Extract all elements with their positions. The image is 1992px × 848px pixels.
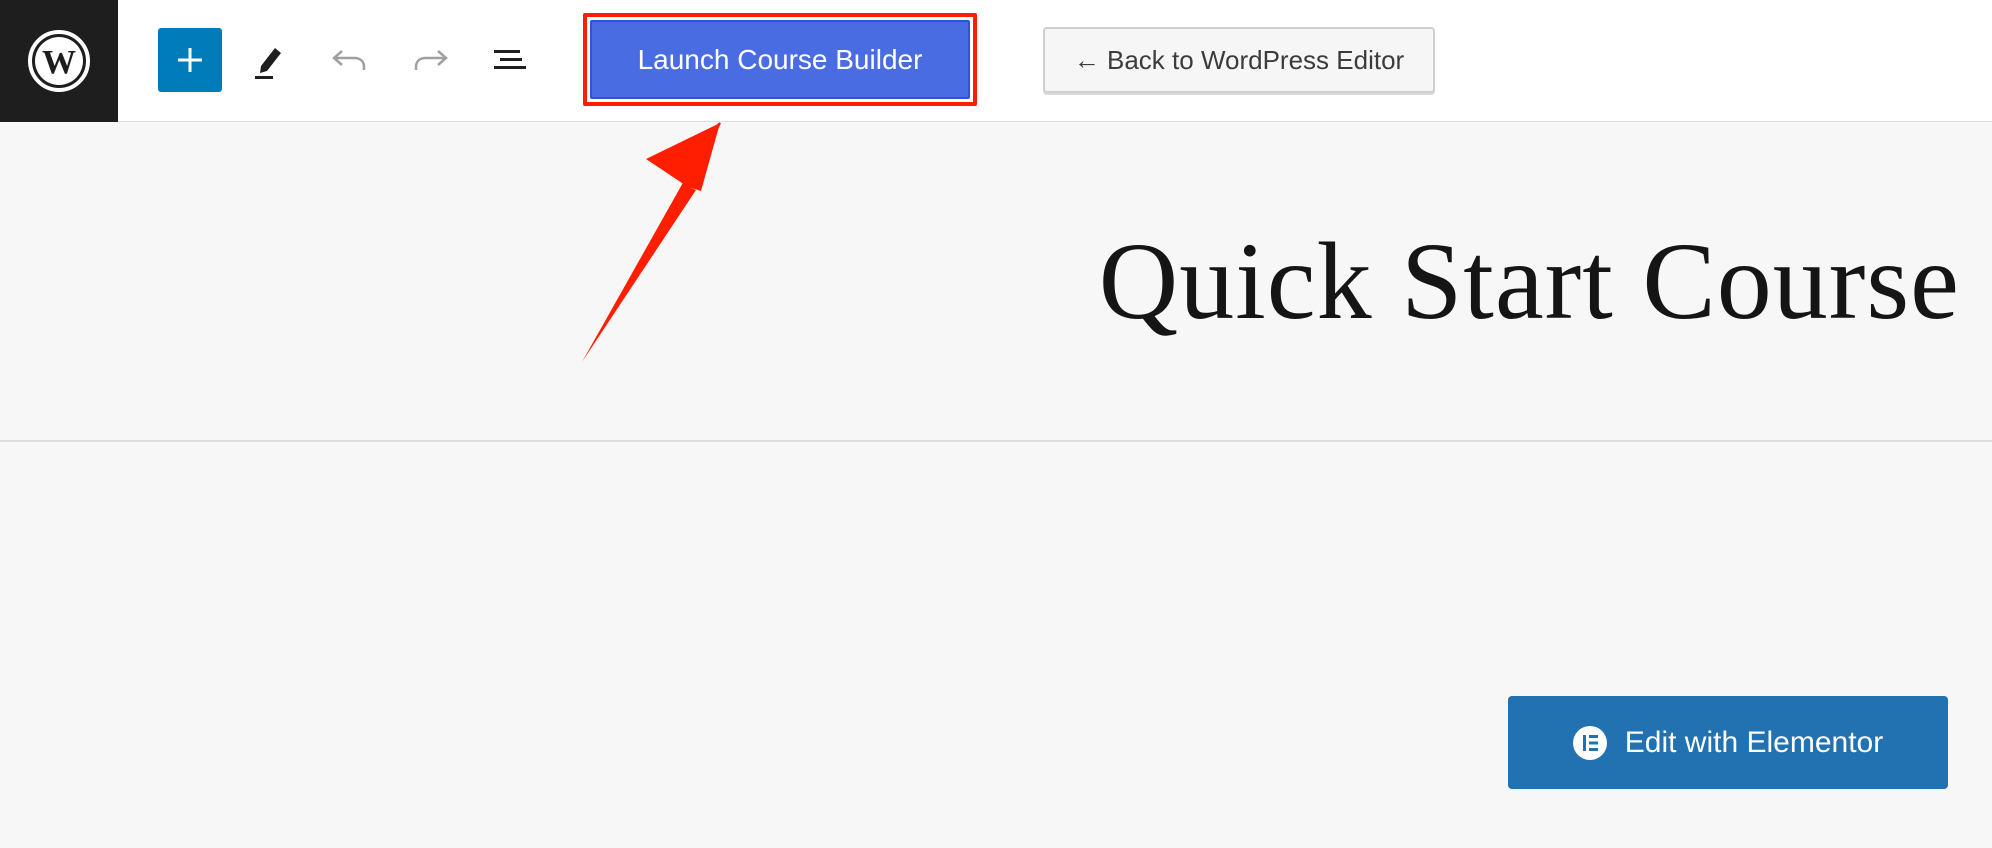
annotation-arrow xyxy=(582,122,721,362)
wordpress-logo-icon[interactable]: W xyxy=(0,0,118,122)
list-view-icon xyxy=(494,50,526,69)
page-title[interactable]: Quick Start Course xyxy=(1099,122,1960,440)
svg-text:W: W xyxy=(42,44,76,81)
redo-icon xyxy=(414,50,448,70)
redo-button[interactable] xyxy=(406,36,454,84)
edit-with-elementor-label: Edit with Elementor xyxy=(1624,725,1884,759)
launch-course-builder-button[interactable]: Launch Course Builder xyxy=(590,20,970,99)
undo-button[interactable] xyxy=(326,36,374,84)
elementor-icon xyxy=(1572,725,1607,760)
plus-icon xyxy=(178,48,202,72)
pencil-icon xyxy=(255,48,281,79)
add-block-button[interactable] xyxy=(158,28,222,92)
back-to-wordpress-editor-button[interactable]: ← Back to WordPress Editor xyxy=(1043,27,1435,93)
editor-toolbar: W Launch Course Builder ← Back to WordPr… xyxy=(0,0,1992,122)
tools-button[interactable] xyxy=(245,36,293,84)
list-view-button[interactable] xyxy=(486,36,534,84)
edit-with-elementor-button[interactable]: Edit with Elementor xyxy=(1508,696,1948,789)
undo-icon xyxy=(332,50,366,70)
